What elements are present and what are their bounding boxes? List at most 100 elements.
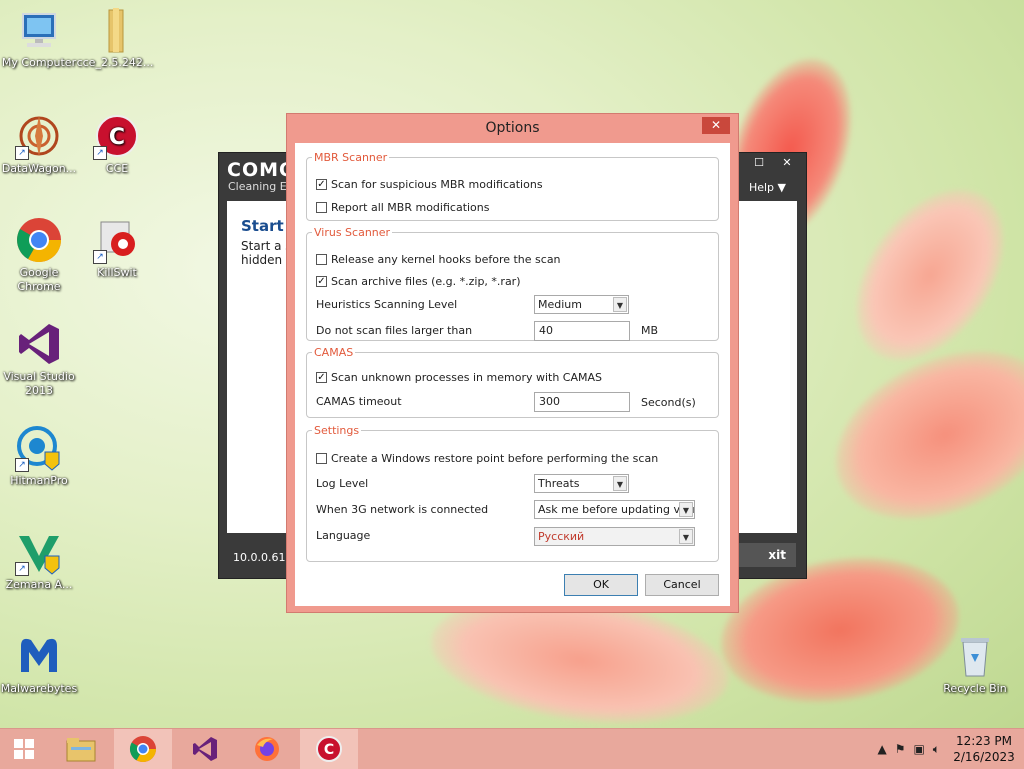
chrome-icon	[15, 216, 63, 264]
checkbox-checked-icon: ✓	[316, 276, 327, 287]
max-file-size-label: Do not scan files larger than	[316, 324, 473, 337]
killswitch-icon: ↗	[93, 216, 141, 264]
comodo-subtitle: Cleaning Es	[228, 180, 293, 193]
desktop-icon-cce-folder[interactable]: cce_2.5.242...	[76, 6, 154, 70]
taskbar-chrome[interactable]	[114, 729, 172, 769]
desktop-icon-label: KillSwit	[97, 266, 137, 279]
heuristics-level-select[interactable]: Medium ▼	[534, 295, 629, 314]
camas-timeout-unit: Second(s)	[641, 396, 696, 409]
svg-text:C: C	[109, 125, 125, 150]
scan-unknown-processes-checkbox[interactable]: ✓ Scan unknown processes in memory with …	[316, 371, 602, 384]
camas-timeout-label: CAMAS timeout	[316, 395, 402, 408]
release-kernel-hooks-checkbox[interactable]: Release any kernel hooks before the scan	[316, 253, 561, 266]
group-legend: Settings	[314, 424, 360, 437]
flag-icon[interactable]: ⚑	[895, 742, 906, 756]
dialog-close-button[interactable]: ✕	[702, 117, 730, 134]
checkbox-unchecked-icon	[316, 202, 327, 213]
report-all-mbr-checkbox[interactable]: Report all MBR modifications	[316, 201, 490, 214]
comodo-icon: C	[316, 736, 342, 762]
start-scan-description: Start a s hidden c	[241, 239, 293, 267]
desktop-icon-datawagon[interactable]: ↗ DataWagon...	[0, 112, 78, 176]
svg-text:C: C	[324, 742, 334, 758]
group-legend: MBR Scanner	[314, 151, 388, 164]
desktop-icon-label: Malwarebytes	[0, 682, 78, 695]
shortcut-arrow-icon: ↗	[15, 146, 29, 160]
desktop-icon-zemana[interactable]: ↗ Zemana A...	[0, 528, 78, 592]
log-level-label: Log Level	[316, 477, 369, 490]
chevron-down-icon: ▼	[613, 297, 627, 312]
close-button[interactable]: ✕	[774, 155, 800, 171]
zemana-icon: ↗	[15, 528, 63, 576]
version-label: 10.0.0.611	[233, 551, 293, 564]
taskbar: C ▲ ⚑ ▣ 🔈︎ 12:23 PM 2/16/2023	[0, 728, 1024, 769]
language-label: Language	[316, 529, 371, 542]
virus-scanner-group: Virus Scanner Release any kernel hooks b…	[306, 226, 719, 341]
desktop-icon-malwarebytes[interactable]: Malwarebytes	[0, 632, 78, 696]
desktop-icon-label: My Computer	[1, 56, 77, 69]
heuristics-level-label: Heuristics Scanning Level	[316, 298, 458, 311]
log-level-select[interactable]: Threats ▼	[534, 474, 629, 493]
max-file-size-input[interactable]: 40	[534, 321, 630, 341]
desktop-icon-visual-studio[interactable]: Visual Studio 2013	[0, 320, 78, 398]
desktop-icon-chrome[interactable]: Google Chrome	[0, 216, 78, 294]
network-3g-label: When 3G network is connected	[316, 503, 489, 516]
restore-point-checkbox[interactable]: Create a Windows restore point before pe…	[316, 452, 658, 465]
checkbox-checked-icon: ✓	[316, 372, 327, 383]
malwarebytes-icon	[15, 632, 63, 680]
help-menu[interactable]: Help ▼	[749, 181, 786, 194]
group-legend: CAMAS	[314, 346, 354, 359]
taskbar-file-explorer[interactable]	[52, 729, 110, 769]
hitmanpro-icon: ↗	[15, 424, 63, 472]
chevron-down-icon: ▼	[679, 502, 693, 517]
desktop-icon-label: CCE	[105, 162, 129, 175]
windows-logo-icon	[14, 739, 34, 759]
taskbar-cce[interactable]: C	[300, 729, 358, 769]
desktop-icon-label: Google Chrome	[17, 266, 61, 293]
desktop-icon-label: HitmanPro	[10, 474, 68, 487]
dialog-client-area: MBR Scanner ✓ Scan for suspicious MBR mo…	[295, 143, 730, 606]
desktop-icon-recycle-bin[interactable]: Recycle Bin	[936, 632, 1014, 696]
settings-group: Settings Create a Windows restore point …	[306, 424, 719, 562]
desktop-icon-my-computer[interactable]: My Computer	[0, 6, 78, 70]
network-icon[interactable]: ▣	[913, 742, 924, 756]
taskbar-clock[interactable]: 12:23 PM 2/16/2023	[944, 733, 1024, 765]
comodo-icon: C ↗	[93, 112, 141, 160]
camas-timeout-input[interactable]: 300	[534, 392, 630, 412]
desktop-icon-label: Recycle Bin	[943, 682, 1007, 695]
datawagon-icon: ↗	[15, 112, 63, 160]
desktop-icon-label: Zemana A...	[5, 578, 73, 591]
language-select[interactable]: Русский ▼	[534, 527, 695, 546]
start-button[interactable]	[0, 729, 48, 769]
maximize-button[interactable]: ☐	[746, 155, 772, 171]
camas-group: CAMAS ✓ Scan unknown processes in memory…	[306, 346, 719, 418]
ok-button[interactable]: OK	[564, 574, 638, 596]
desktop-icon-label: DataWagon...	[1, 162, 77, 175]
mbr-scanner-group: MBR Scanner ✓ Scan for suspicious MBR mo…	[306, 151, 719, 221]
shortcut-arrow-icon: ↗	[93, 250, 107, 264]
shortcut-arrow-icon: ↗	[93, 146, 107, 160]
desktop-icon-label: Visual Studio 2013	[3, 370, 75, 397]
chevron-up-icon[interactable]: ▲	[877, 742, 886, 756]
checkbox-unchecked-icon	[316, 453, 327, 464]
volume-icon[interactable]: 🔈︎	[933, 742, 940, 757]
network-3g-select[interactable]: Ask me before updating virus ▼	[534, 500, 695, 519]
desktop-icon-cce[interactable]: C ↗ CCE	[78, 112, 156, 176]
taskbar-visual-studio[interactable]	[176, 729, 234, 769]
chevron-down-icon: ▼	[679, 529, 693, 544]
visual-studio-icon	[193, 737, 217, 761]
group-legend: Virus Scanner	[314, 226, 391, 239]
system-tray: ▲ ⚑ ▣ 🔈︎ 12:23 PM 2/16/2023	[873, 729, 1024, 769]
desktop-icon-label: cce_2.5.242...	[76, 56, 154, 69]
cancel-button[interactable]: Cancel	[645, 574, 719, 596]
folder-icon	[66, 738, 96, 762]
options-dialog[interactable]: Options ✕ MBR Scanner ✓ Scan for suspici…	[286, 113, 739, 613]
scan-suspicious-mbr-checkbox[interactable]: ✓ Scan for suspicious MBR modifications	[316, 178, 543, 191]
desktop-icon-hitmanpro[interactable]: ↗ HitmanPro	[0, 424, 78, 488]
taskbar-firefox[interactable]	[238, 729, 296, 769]
checkbox-checked-icon: ✓	[316, 179, 327, 190]
recycle-bin-icon	[951, 632, 999, 680]
scan-archive-files-checkbox[interactable]: ✓ Scan archive files (e.g. *.zip, *.rar)	[316, 275, 521, 288]
shortcut-arrow-icon: ↗	[15, 458, 29, 472]
desktop-icon-killswitch[interactable]: ↗ KillSwit	[78, 216, 156, 280]
shortcut-arrow-icon: ↗	[15, 562, 29, 576]
